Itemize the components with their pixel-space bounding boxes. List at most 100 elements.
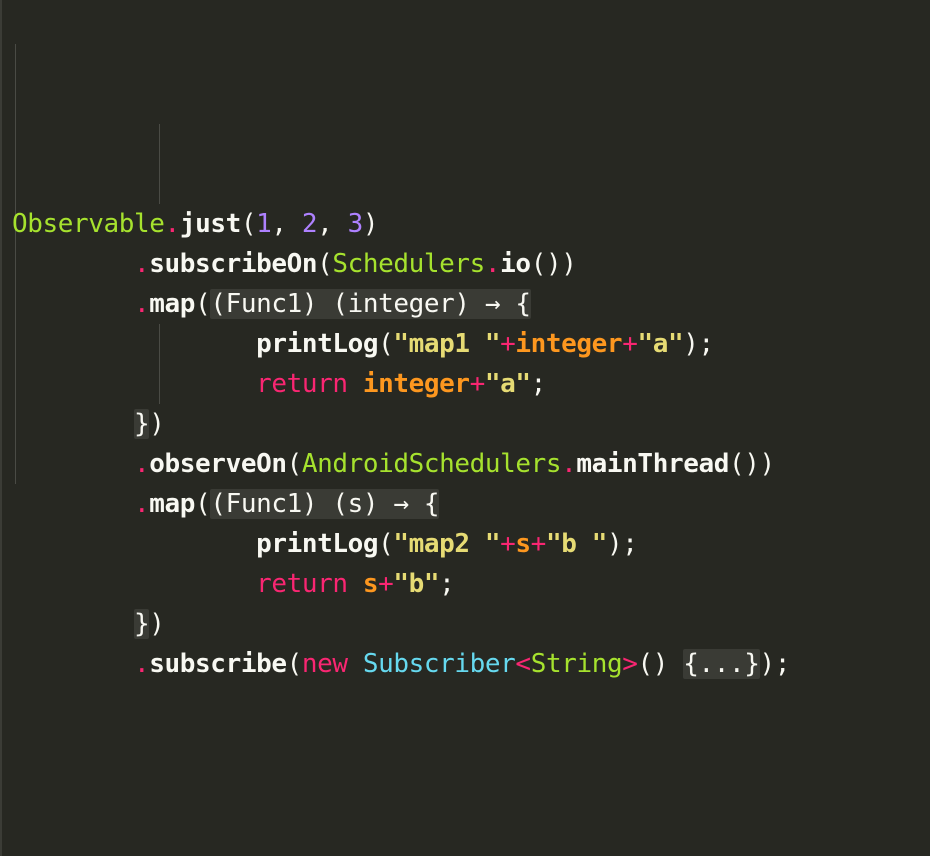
code-token: "b" bbox=[393, 569, 440, 599]
code-token: () bbox=[637, 649, 684, 679]
code-token: < bbox=[515, 649, 531, 679]
code-token: just bbox=[179, 209, 241, 239]
code-token: ( bbox=[240, 209, 257, 239]
code-token: ( bbox=[317, 249, 333, 279]
code-token: ); bbox=[683, 329, 714, 359]
code-token: Schedulers bbox=[332, 249, 485, 279]
code-token: subscribe bbox=[149, 649, 287, 679]
code-token: ( bbox=[286, 449, 303, 479]
code-token: ()) bbox=[728, 449, 775, 479]
code-token: ( bbox=[378, 529, 394, 559]
code-token: . bbox=[561, 449, 577, 479]
code-line[interactable]: return s+"b"; bbox=[12, 564, 930, 604]
code-token: . bbox=[134, 289, 150, 319]
code-line[interactable]: .subscribe(new Subscriber<String>() {...… bbox=[12, 644, 930, 684]
code-token: + bbox=[500, 529, 516, 559]
folded-code-region[interactable]: } bbox=[134, 609, 150, 639]
code-token: . bbox=[484, 249, 501, 279]
code-token: ) bbox=[149, 409, 165, 439]
code-line[interactable]: .observeOn(AndroidSchedulers.mainThread(… bbox=[12, 444, 930, 484]
code-line[interactable]: .subscribeOn(Schedulers.io()) bbox=[12, 244, 930, 284]
code-token: ; bbox=[439, 569, 455, 599]
code-token: > bbox=[622, 649, 638, 679]
code-token: return bbox=[256, 369, 348, 399]
code-token: "b " bbox=[545, 529, 607, 559]
folded-code-region[interactable]: } bbox=[134, 409, 150, 439]
code-token: mainThread bbox=[576, 449, 729, 479]
code-token: "a" bbox=[637, 329, 684, 359]
editor-left-border bbox=[0, 0, 2, 856]
indent-guide-map1 bbox=[159, 124, 160, 204]
code-token: AndroidSchedulers bbox=[301, 449, 562, 479]
folded-code-region[interactable]: (Func1) (integer) → { bbox=[210, 289, 531, 319]
code-token: + bbox=[530, 529, 547, 559]
code-token: ()) bbox=[530, 249, 577, 279]
code-line[interactable]: Observable.just(1, 2, 3) bbox=[12, 204, 930, 244]
code-token: "map2 " bbox=[393, 529, 501, 559]
folded-code-region[interactable]: {...} bbox=[683, 649, 760, 679]
code-token: Observable bbox=[12, 209, 165, 239]
code-line[interactable]: }) bbox=[12, 404, 930, 444]
code-token: return bbox=[256, 569, 348, 599]
folded-code-region[interactable]: (Func1) (s) → { bbox=[210, 489, 440, 519]
code-token: ) bbox=[149, 609, 165, 639]
code-token: . bbox=[134, 649, 150, 679]
code-token: String bbox=[530, 649, 623, 679]
code-token: s bbox=[515, 529, 531, 559]
code-editor[interactable]: Observable.just(1, 2, 3) .subscribeOn(Sc… bbox=[12, 4, 930, 684]
code-token: ( bbox=[378, 329, 394, 359]
code-token: 3 bbox=[347, 209, 364, 239]
code-token: + bbox=[378, 569, 394, 599]
code-token: ( bbox=[195, 489, 211, 519]
code-token: io bbox=[500, 249, 531, 279]
code-token: "map1 " bbox=[393, 329, 501, 359]
code-line[interactable]: }) bbox=[12, 604, 930, 644]
code-line[interactable]: printLog("map2 "+s+"b "); bbox=[12, 524, 930, 564]
code-token: observeOn bbox=[149, 449, 287, 479]
code-token: + bbox=[622, 329, 638, 359]
code-token: , bbox=[271, 209, 302, 239]
code-token: . bbox=[134, 249, 150, 279]
code-token: ) bbox=[362, 209, 379, 239]
code-line[interactable]: printLog("map1 "+integer+"a"); bbox=[12, 324, 930, 364]
code-token: subscribeOn bbox=[149, 249, 318, 279]
code-token: . bbox=[134, 489, 150, 519]
code-token: + bbox=[469, 369, 486, 399]
code-token: ( bbox=[195, 289, 211, 319]
code-token: printLog bbox=[256, 529, 379, 559]
code-token: . bbox=[164, 209, 181, 239]
code-token: . bbox=[134, 449, 150, 479]
code-token: + bbox=[500, 329, 516, 359]
code-token: ); bbox=[606, 529, 638, 559]
code-line[interactable]: .map((Func1) (s) → { bbox=[12, 484, 930, 524]
code-token: ( bbox=[286, 649, 303, 679]
code-line[interactable]: .map((Func1) (integer) → { bbox=[12, 284, 930, 324]
code-token: integer bbox=[362, 369, 470, 399]
code-token: 1 bbox=[256, 209, 272, 239]
code-line[interactable]: return integer+"a"; bbox=[12, 364, 930, 404]
code-token: map bbox=[149, 289, 196, 319]
code-token: , bbox=[317, 209, 348, 239]
code-token: map bbox=[149, 489, 196, 519]
code-token: ); bbox=[759, 649, 791, 679]
code-token: ; bbox=[530, 369, 547, 399]
code-token: Subscriber bbox=[362, 649, 516, 679]
code-token: 2 bbox=[301, 209, 318, 239]
code-token: printLog bbox=[256, 329, 379, 359]
code-token: s bbox=[362, 569, 379, 599]
code-token: new bbox=[301, 649, 348, 679]
